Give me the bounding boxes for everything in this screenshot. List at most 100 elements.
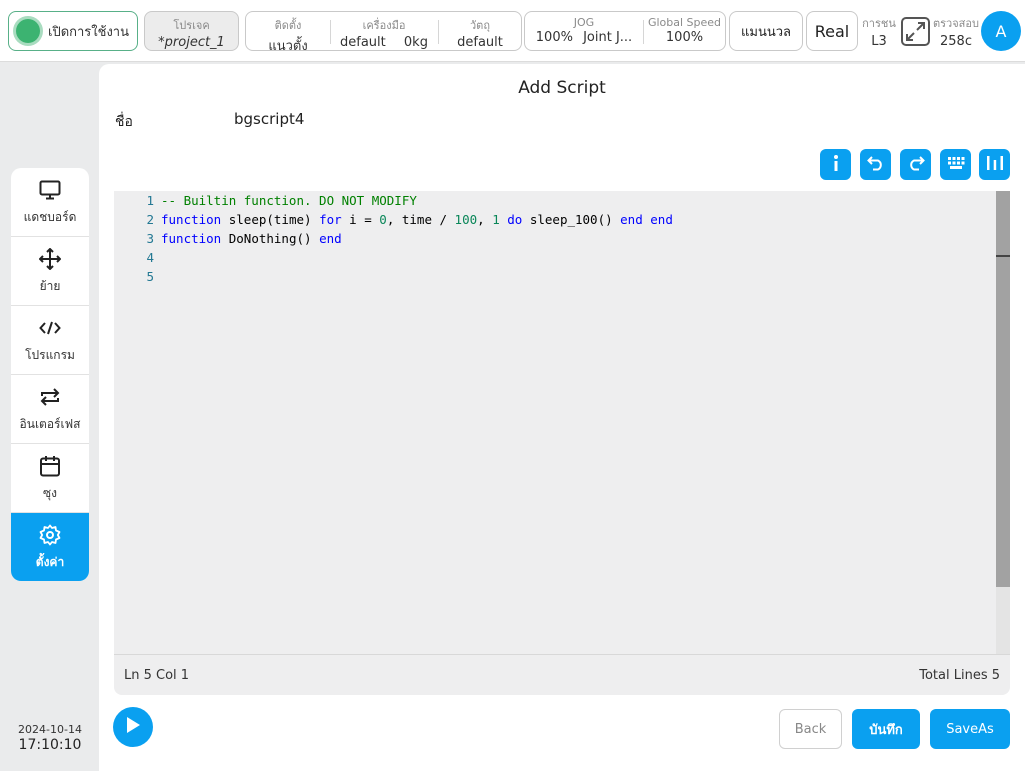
mount-title: ติดตั้ง: [274, 19, 302, 32]
swap-icon: [39, 385, 61, 409]
code-area[interactable]: 1 2 3 4 5 -- Builtin function. DO NOT MO…: [114, 191, 996, 654]
keyword-token: function: [161, 231, 222, 246]
datetime-display: 2024-10-14 17:10:10: [10, 723, 90, 753]
collision-level[interactable]: การชน L3: [861, 14, 897, 49]
project-name: *project_1: [158, 35, 225, 50]
power-toggle-button[interactable]: เปิดการใช้งาน: [8, 11, 138, 51]
tool-title: เครื่องมือ: [362, 19, 406, 32]
save-button[interactable]: บันทึก: [852, 709, 920, 749]
mount-segment[interactable]: ติดตั้ง แนวตั้ง: [246, 12, 330, 54]
mount-value: แนวตั้ง: [268, 39, 308, 54]
keyboard-icon: [947, 155, 965, 174]
code-icon: [39, 316, 61, 340]
info-icon: [829, 154, 843, 176]
number-token: 0: [379, 212, 387, 227]
sidebar-item-dashboard[interactable]: แดชบอร์ด: [11, 168, 89, 237]
sidebar-item-label: ซุง: [42, 485, 57, 500]
sidebar-item-interface[interactable]: อินเตอร์เฟส: [11, 375, 89, 444]
info-button[interactable]: [820, 149, 851, 180]
payload-value: default: [457, 35, 503, 50]
text-token: , time /: [386, 212, 455, 227]
power-status-led: [16, 19, 40, 43]
installation-panel[interactable]: ติดตั้ง แนวตั้ง เครื่องมือ default 0kg ว…: [245, 11, 522, 54]
keyword-token: end: [620, 212, 643, 227]
project-selector[interactable]: โปรเจค *project_1: [144, 11, 239, 51]
global-speed-segment[interactable]: Global Speed 100%: [643, 12, 726, 50]
line-number: 4: [146, 250, 154, 265]
line-number: 1: [146, 193, 154, 208]
format-button[interactable]: [979, 149, 1010, 180]
sidebar-item-label: ตั้งค่า: [35, 555, 65, 569]
move-icon: [39, 247, 61, 271]
cursor-position: Ln 5 Col 1: [124, 668, 190, 683]
check-value: 258c: [940, 34, 972, 49]
keyword-token: function: [161, 212, 222, 227]
sidebar-item-calendar[interactable]: ซุง: [11, 444, 89, 513]
check-title: ตรวจสอบ: [933, 17, 979, 30]
gear-icon: [39, 523, 61, 547]
top-bar: เปิดการใช้งาน โปรเจค *project_1 ติดตั้ง …: [0, 0, 1025, 62]
sidebar-item-label: ย้าย: [39, 278, 61, 293]
text-token: sleep_100(): [522, 212, 621, 227]
sidebar-item-program[interactable]: โปรแกรม: [11, 306, 89, 375]
keyboard-button[interactable]: [940, 149, 971, 180]
code-line: function sleep(time) for i = 0, time / 1…: [161, 210, 991, 229]
save-as-button[interactable]: SaveAs: [930, 709, 1010, 749]
expand-icon[interactable]: [901, 17, 930, 46]
tool-weight: 0kg: [403, 35, 428, 50]
time-text: 17:10:10: [18, 737, 82, 753]
check-status[interactable]: ตรวจสอบ 258c: [933, 14, 979, 49]
user-avatar[interactable]: A: [981, 11, 1021, 51]
line-number-gutter: 1 2 3 4 5: [114, 191, 154, 286]
manual-mode-button[interactable]: แมนนวล: [729, 11, 803, 51]
undo-button[interactable]: [860, 149, 891, 180]
total-lines: Total Lines 5: [919, 668, 1000, 683]
jog-mode: Joint J...: [583, 30, 633, 45]
redo-button[interactable]: [900, 149, 931, 180]
real-mode-button[interactable]: Real: [806, 11, 858, 51]
code-lines: -- Builtin function. DO NOT MODIFY funct…: [161, 191, 991, 286]
add-script-panel: Add Script ชื่อ bgscript4 1 2 3 4 5 -- B…: [99, 64, 1025, 771]
code-line: function DoNothing() end: [161, 229, 991, 248]
run-button[interactable]: [113, 707, 153, 747]
name-label: ชื่อ: [115, 114, 133, 130]
redo-icon: [907, 155, 925, 175]
tool-name: default: [340, 35, 386, 50]
line-number: 3: [146, 231, 154, 246]
jog-speed-panel[interactable]: JOG 100% Joint J... Global Speed 100%: [524, 11, 726, 51]
jog-title: JOG: [573, 16, 595, 29]
text-token: i =: [341, 212, 380, 227]
text-token: ,: [477, 212, 493, 227]
back-button[interactable]: Back: [779, 709, 842, 749]
scrollbar-cursor-marker: [996, 255, 1010, 257]
power-label: เปิดการใช้งาน: [48, 24, 129, 40]
script-name-field[interactable]: bgscript4: [234, 110, 304, 128]
tool-segment[interactable]: เครื่องมือ default 0kg: [330, 12, 438, 50]
sidebar-item-move[interactable]: ย้าย: [11, 237, 89, 306]
collision-title: การชน: [862, 17, 896, 30]
code-editor[interactable]: 1 2 3 4 5 -- Builtin function. DO NOT MO…: [114, 191, 1010, 654]
number-token: 1: [492, 212, 500, 227]
play-icon: [125, 716, 141, 738]
jog-percent: 100%: [535, 30, 573, 45]
line-number: 2: [146, 212, 154, 227]
project-title: โปรเจค: [173, 19, 210, 32]
sidebar-item-settings[interactable]: ตั้งค่า: [11, 513, 89, 581]
sidebar-item-label: โปรแกรม: [25, 347, 75, 362]
payload-title: วัตถุ: [470, 19, 490, 32]
format-icon: [986, 154, 1004, 176]
sidebar-nav: แดชบอร์ด ย้าย โปรแกรม อินเตอร์เฟส ซุง ตั…: [11, 168, 89, 581]
undo-icon: [866, 155, 885, 175]
monitor-icon: [39, 178, 61, 202]
jog-segment[interactable]: JOG 100% Joint J...: [525, 12, 643, 50]
keyword-token: do: [507, 212, 523, 227]
date-text: 2024-10-14: [18, 723, 82, 736]
tool-value-row: default 0kg: [330, 35, 438, 50]
scrollbar-thumb[interactable]: [996, 191, 1010, 587]
jog-value-row: 100% Joint J...: [525, 30, 643, 45]
payload-segment[interactable]: วัตถุ default: [438, 12, 522, 50]
sidebar-item-label: แดชบอร์ด: [23, 209, 77, 224]
collision-value: L3: [871, 34, 887, 49]
global-speed-value: 100%: [665, 30, 704, 45]
